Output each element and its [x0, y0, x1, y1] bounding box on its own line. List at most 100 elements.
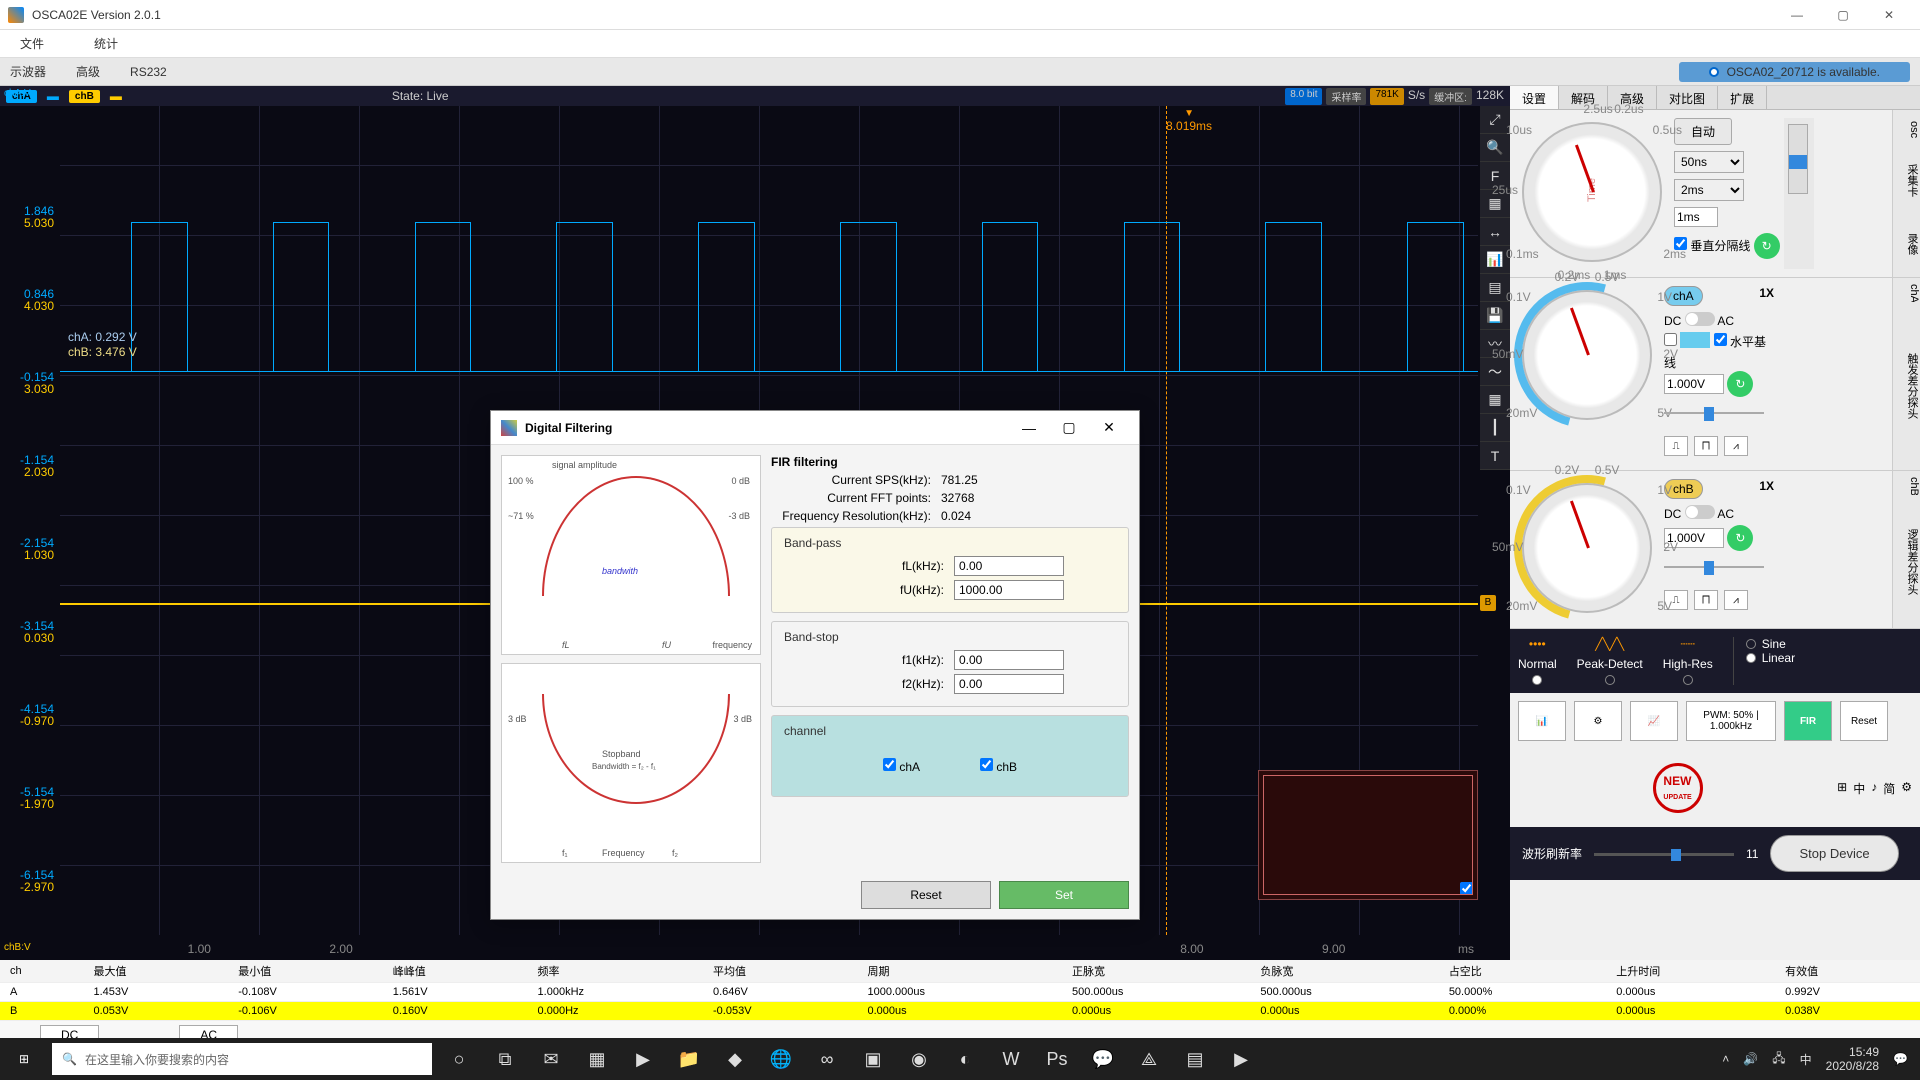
acq-peak[interactable]: ╱╲╱╲Peak-Detect	[1577, 637, 1643, 685]
misc-icon-3[interactable]: ♪	[1871, 780, 1877, 797]
cha-coupling-switch[interactable]	[1685, 312, 1715, 326]
misc-icon-4[interactable]: 简	[1883, 780, 1895, 797]
menu-stats[interactable]: 统计	[94, 35, 118, 52]
tb-explorer-icon[interactable]: 📁	[666, 1038, 712, 1080]
tray-ime-icon[interactable]: 中	[1800, 1051, 1812, 1068]
tray-up-icon[interactable]: ˄	[1722, 1052, 1729, 1066]
vert-slider[interactable]	[1788, 124, 1808, 194]
tb-app2-icon[interactable]: ◆	[712, 1038, 758, 1080]
fir-button[interactable]: FIR	[1784, 701, 1832, 741]
auto-button[interactable]: 自动	[1674, 118, 1732, 145]
timebase-dial[interactable]: Time 2.5us 10us 25us 0.1ms 0.2ms 1ms 2ms…	[1522, 122, 1662, 262]
tb-wechat-icon[interactable]: 💬	[1080, 1038, 1126, 1080]
tb-app1-icon[interactable]: ▦	[574, 1038, 620, 1080]
cha-checkbox[interactable]	[883, 758, 896, 771]
misc-icon-1[interactable]: ⊞	[1837, 780, 1847, 797]
tb-cortana-icon[interactable]: ○	[436, 1038, 482, 1080]
hist-icon[interactable]: 📊	[1518, 701, 1566, 741]
cha-wave-square-icon[interactable]: ⎍	[1664, 436, 1688, 456]
cha-mult[interactable]: 1X	[1759, 286, 1774, 300]
chb-reset-button[interactable]: ↻	[1727, 525, 1753, 551]
menu-file[interactable]: 文件	[20, 35, 44, 52]
vside-osc[interactable]: osc	[1892, 110, 1920, 150]
maximize-button[interactable]: ▢	[1820, 0, 1866, 30]
chb-coupling-switch[interactable]	[1685, 505, 1715, 519]
acq-hires[interactable]: ┄┄High-Res	[1663, 637, 1713, 685]
chb-checkbox-label[interactable]: chB	[980, 758, 1017, 774]
minimap[interactable]	[1258, 770, 1478, 900]
tb-media-icon[interactable]: ▶	[620, 1038, 666, 1080]
chb-vside-top[interactable]: chB	[1892, 471, 1920, 495]
chb-slider[interactable]	[1664, 557, 1764, 577]
tb-taskview-icon[interactable]: ⧉	[482, 1038, 528, 1080]
dialog-minimize-button[interactable]: —	[1009, 420, 1049, 436]
dialog-titlebar[interactable]: Digital Filtering — ▢ ✕	[491, 411, 1139, 445]
minimize-button[interactable]: —	[1774, 0, 1820, 30]
hbase-label[interactable]: 水平基线	[1664, 335, 1766, 370]
tb-ps-icon[interactable]: Ps	[1034, 1038, 1080, 1080]
dialog-maximize-button[interactable]: ▢	[1049, 419, 1089, 436]
interp-sine[interactable]: Sine	[1746, 637, 1795, 651]
refresh-slider[interactable]	[1594, 844, 1734, 864]
f2-input[interactable]	[954, 674, 1064, 694]
tb-player-icon[interactable]: ▶	[1218, 1038, 1264, 1080]
new-update-badge[interactable]: NEWUPDATE	[1653, 763, 1703, 813]
tab-extend[interactable]: 扩展	[1718, 86, 1767, 109]
misc-icon-2[interactable]: 中	[1853, 780, 1865, 797]
cha-value-input[interactable]	[1664, 374, 1724, 394]
span-input[interactable]	[1674, 207, 1718, 227]
cha-slider[interactable]	[1664, 403, 1764, 423]
tb-app4-icon[interactable]: ▣	[850, 1038, 896, 1080]
span-select[interactable]: 2ms	[1674, 179, 1744, 201]
update-banner[interactable]: OSCA02_20712 is available.	[1679, 62, 1910, 82]
misc-icon-5[interactable]: ⚙	[1901, 780, 1912, 797]
tb-mail-icon[interactable]: ✉	[528, 1038, 574, 1080]
tb-word-icon[interactable]: W	[988, 1038, 1034, 1080]
acq-normal[interactable]: ••••Normal	[1518, 637, 1557, 685]
time-reset-button[interactable]: ↻	[1754, 233, 1780, 259]
cha-wave-pulse-icon[interactable]: ⨅	[1694, 436, 1718, 456]
toolbar-scope[interactable]: 示波器	[10, 63, 46, 80]
dialog-close-button[interactable]: ✕	[1089, 419, 1129, 436]
taskbar-clock[interactable]: 15:49 2020/8/28	[1826, 1045, 1879, 1074]
f1-input[interactable]	[954, 650, 1064, 670]
interp-linear[interactable]: Linear	[1746, 651, 1795, 665]
tray-sound-icon[interactable]: 🔊	[1743, 1052, 1758, 1066]
start-button[interactable]: ⊞	[0, 1038, 48, 1080]
tb-edge-icon[interactable]: 🌐	[758, 1038, 804, 1080]
tray-net-icon[interactable]: 🖧	[1772, 1049, 1785, 1070]
cha-reset-button[interactable]: ↻	[1727, 371, 1753, 397]
system-tray[interactable]: ˄ 🔊 🖧 中 15:49 2020/8/28 💬	[1710, 1045, 1920, 1074]
toolbar-protocol[interactable]: RS232	[130, 65, 167, 79]
reset-button[interactable]: Reset	[1840, 701, 1888, 741]
stop-device-button[interactable]: Stop Device	[1770, 835, 1898, 872]
cha-dial[interactable]: 0.1V 0.2V 0.5V 1V 2V 5V 20mV 50mV	[1522, 290, 1652, 420]
tb-app6-icon[interactable]: ▤	[1172, 1038, 1218, 1080]
chb-vside[interactable]: 逻辑差分探头	[1892, 495, 1920, 628]
dialog-reset-button[interactable]: Reset	[861, 881, 991, 909]
tray-notif-icon[interactable]: 💬	[1893, 1052, 1908, 1066]
close-button[interactable]: ✕	[1866, 0, 1912, 30]
cha-vside[interactable]: 触发差分探头	[1892, 302, 1920, 470]
pwm-display[interactable]: PWM: 50% | 1.000kHz	[1686, 701, 1776, 741]
cha-baseline[interactable]	[60, 371, 1478, 372]
toolbar-advanced[interactable]: 高级	[76, 63, 100, 80]
chb-marker[interactable]: B	[1480, 595, 1496, 611]
cha-vside-top[interactable]: chA	[1892, 278, 1920, 302]
timebase-select[interactable]: 50ns	[1674, 151, 1744, 173]
cha-wave-saw-icon[interactable]: ⩘	[1724, 436, 1748, 456]
dialog-set-button[interactable]: Set	[999, 881, 1129, 909]
vside-acq[interactable]: 采集卡	[1892, 150, 1920, 210]
fl-input[interactable]	[954, 556, 1064, 576]
minimap-checkbox[interactable]	[1460, 882, 1473, 895]
vside-rec[interactable]: 录像	[1892, 210, 1920, 277]
taskbar-search[interactable]: 🔍 在这里输入你要搜索的内容	[52, 1043, 432, 1075]
chb-wave-saw-icon[interactable]: ⩘	[1724, 590, 1748, 610]
chb-checkbox[interactable]	[980, 758, 993, 771]
cha-checkbox-label[interactable]: chA	[883, 758, 920, 774]
hbase-checkbox[interactable]	[1714, 333, 1727, 346]
chb-wave-pulse-icon[interactable]: ⨅	[1694, 590, 1718, 610]
chart-icon[interactable]: 📈	[1630, 701, 1678, 741]
tb-osca-icon[interactable]: ⟁	[1126, 1038, 1172, 1080]
text-icon[interactable]: T	[1480, 442, 1510, 470]
